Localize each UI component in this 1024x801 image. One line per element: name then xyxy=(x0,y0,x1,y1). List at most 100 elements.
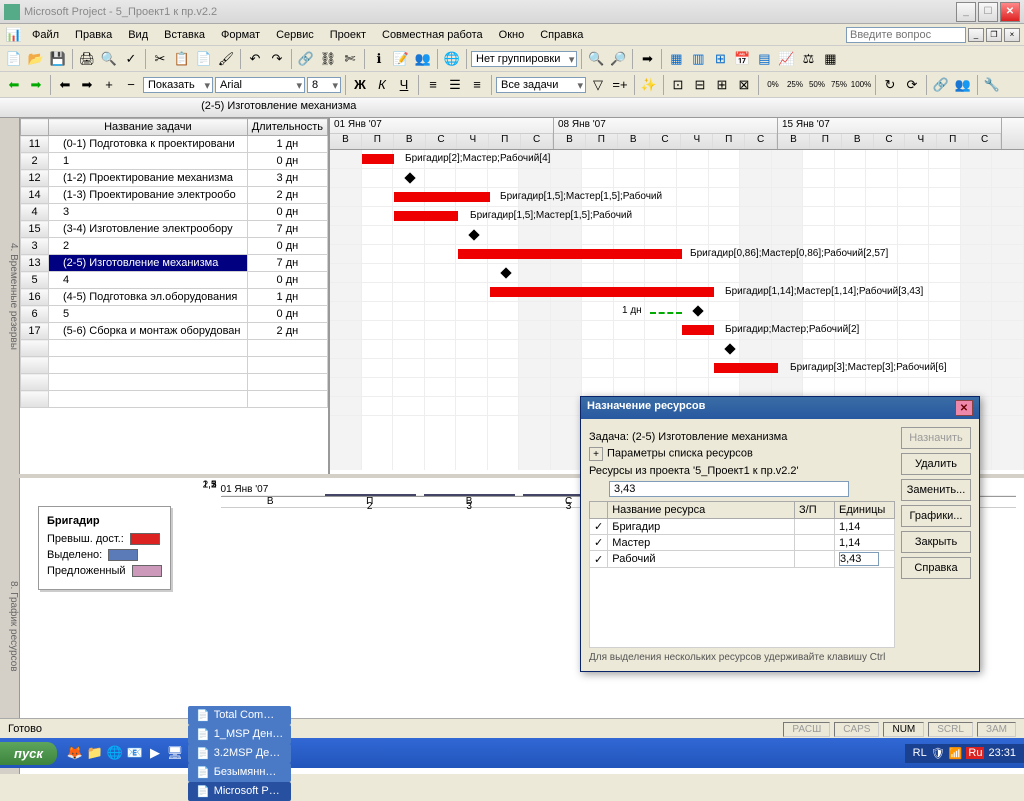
table-row[interactable]: 430 дн xyxy=(21,204,328,221)
doc-minimize-button[interactable]: _ xyxy=(968,28,984,42)
resource-row[interactable]: ✓Бригадир1,14 xyxy=(590,519,895,535)
menu-Правка[interactable]: Правка xyxy=(67,27,120,43)
close-button[interactable]: ✕ xyxy=(1000,2,1020,22)
calendar-icon[interactable]: 📅 xyxy=(732,49,752,69)
bold-icon[interactable]: Ж xyxy=(350,75,370,95)
menu-Окно[interactable]: Окно xyxy=(491,27,533,43)
graph-icon[interactable]: 📈 xyxy=(776,49,796,69)
units-input[interactable] xyxy=(839,552,879,566)
menu-Справка[interactable]: Справка xyxy=(532,27,591,43)
open-icon[interactable]: 📂 xyxy=(26,49,46,69)
help-search[interactable] xyxy=(846,27,966,43)
doc-restore-button[interactable]: ❐ xyxy=(986,28,1002,42)
milestone-icon[interactable] xyxy=(500,267,511,278)
assign-icon[interactable]: 👥 xyxy=(413,49,433,69)
hide-sub-icon[interactable]: − xyxy=(121,75,141,95)
gantt-bar[interactable] xyxy=(362,154,394,164)
preview-icon[interactable]: 🔍 xyxy=(99,49,119,69)
taskbar-item[interactable]: 📄Total Com… xyxy=(188,706,291,725)
goto-icon[interactable]: ➡ xyxy=(637,49,657,69)
table-row[interactable]: 13(2-5) Изготовление механизма7 дн xyxy=(21,255,328,272)
spell-icon[interactable]: ✓ xyxy=(121,49,141,69)
project-icon[interactable]: 📊 xyxy=(4,25,24,45)
filter-combo[interactable]: Все задачи xyxy=(496,77,586,93)
start-button[interactable]: пуск xyxy=(0,742,57,765)
new-icon[interactable]: 📄 xyxy=(4,49,24,69)
table-row[interactable]: 15(3-4) Изготовление электрообору7 дн xyxy=(21,221,328,238)
paste-icon[interactable]: 📄 xyxy=(194,49,214,69)
gantt-bar[interactable] xyxy=(682,325,714,335)
milestone-icon[interactable] xyxy=(404,172,415,183)
publish-icon[interactable]: 🌐 xyxy=(442,49,462,69)
collab-icon[interactable]: 👥 xyxy=(953,75,973,95)
table-row[interactable]: 650 дн xyxy=(21,306,328,323)
pert4-icon[interactable]: ⊠ xyxy=(734,75,754,95)
gantt-bar[interactable] xyxy=(458,249,682,259)
col-duration[interactable]: Длительность xyxy=(247,119,327,136)
gantt-bar[interactable] xyxy=(394,211,458,221)
maximize-button[interactable]: ☐ xyxy=(978,2,998,22)
usage-icon[interactable]: ▤ xyxy=(754,49,774,69)
clock[interactable]: 23:31 xyxy=(988,747,1016,759)
doc-close-button[interactable]: × xyxy=(1004,28,1020,42)
menu-Проект[interactable]: Проект xyxy=(322,27,374,43)
pert3-icon[interactable]: ⊞ xyxy=(712,75,732,95)
tracking-gantt-icon[interactable]: ▥ xyxy=(688,49,708,69)
taskbar-item[interactable]: 📄Microsoft P… xyxy=(188,782,291,801)
format-painter-icon[interactable]: 🖌 xyxy=(216,49,236,69)
cell-edit-value[interactable]: 3,43 xyxy=(609,481,849,497)
show-sub-icon[interactable]: + xyxy=(99,75,119,95)
menu-Формат[interactable]: Формат xyxy=(213,27,268,43)
quick-launch-icon[interactable]: 🌐 xyxy=(105,743,125,763)
table-row[interactable]: 320 дн xyxy=(21,238,328,255)
network-icon[interactable]: ⊞ xyxy=(710,49,730,69)
col-id[interactable] xyxy=(21,119,49,136)
more-views-icon[interactable]: ▦ xyxy=(820,49,840,69)
gantt-bar[interactable] xyxy=(490,287,714,297)
toolbar-opts-icon[interactable]: 🔧 xyxy=(982,75,1002,95)
show-outline-combo[interactable]: Показать xyxy=(143,77,213,93)
zoom-in-icon[interactable]: 🔍 xyxy=(586,49,606,69)
menu-Файл[interactable]: Файл xyxy=(24,27,67,43)
pct100-icon[interactable]: 100% xyxy=(851,75,871,95)
back-icon[interactable]: ⬅ xyxy=(4,75,24,95)
pct75-icon[interactable]: 75% xyxy=(829,75,849,95)
pert-icon[interactable]: ⊡ xyxy=(668,75,688,95)
print-icon[interactable]: 🖨 xyxy=(77,49,97,69)
info-icon[interactable]: ℹ xyxy=(369,49,389,69)
filter2-icon[interactable]: =+ xyxy=(610,75,630,95)
align-left-icon[interactable]: ≡ xyxy=(423,75,443,95)
autofilter-icon[interactable]: ▽ xyxy=(588,75,608,95)
quick-launch-icon[interactable]: 📁 xyxy=(85,743,105,763)
resource-row[interactable]: ✓Мастер1,14 xyxy=(590,535,895,551)
copy-icon[interactable]: 📋 xyxy=(172,49,192,69)
align-center-icon[interactable]: ☰ xyxy=(445,75,465,95)
link-icon[interactable]: 🔗 xyxy=(296,49,316,69)
update-icon[interactable]: ↻ xyxy=(880,75,900,95)
menu-Сервис[interactable]: Сервис xyxy=(268,27,322,43)
pct25-icon[interactable]: 25% xyxy=(785,75,805,95)
quick-launch-icon[interactable]: 🦊 xyxy=(65,743,85,763)
unlink-icon[interactable]: ⛓ xyxy=(318,49,338,69)
menu-Совместная работа[interactable]: Совместная работа xyxy=(374,27,491,43)
taskbar-item[interactable]: 📄Безымянн… xyxy=(188,763,291,782)
table-row[interactable]: 210 дн xyxy=(21,153,328,170)
italic-icon[interactable]: К xyxy=(372,75,392,95)
resource-row[interactable]: ✓Рабочий xyxy=(590,551,895,568)
link-proj-icon[interactable]: 🔗 xyxy=(931,75,951,95)
align-right-icon[interactable]: ≡ xyxy=(467,75,487,95)
indent-icon[interactable]: ➡ xyxy=(77,75,97,95)
col-name[interactable]: Название задачи xyxy=(49,119,248,136)
quick-launch-icon[interactable]: 🖥 xyxy=(165,743,185,763)
table-row[interactable]: 12(1-2) Проектирование механизма3 дн xyxy=(21,170,328,187)
save-icon[interactable]: 💾 xyxy=(48,49,68,69)
table-row[interactable]: 16(4-5) Подготовка эл.оборудования1 дн xyxy=(21,289,328,306)
menu-Вставка[interactable]: Вставка xyxy=(156,27,213,43)
table-row[interactable]: 17(5-6) Сборка и монтаж оборудован2 дн xyxy=(21,323,328,340)
minimize-button[interactable]: _ xyxy=(956,2,976,22)
underline-icon[interactable]: Ч xyxy=(394,75,414,95)
table-row[interactable]: 14(1-3) Проектирование электрообо2 дн xyxy=(21,187,328,204)
cut-icon[interactable]: ✂ xyxy=(150,49,170,69)
note-icon[interactable]: 📝 xyxy=(391,49,411,69)
view-bar-upper[interactable]: 4. Временные резервы xyxy=(0,118,20,474)
